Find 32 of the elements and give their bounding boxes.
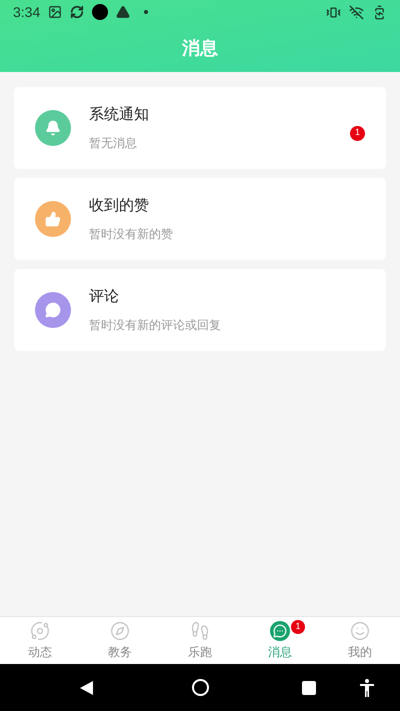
message-card[interactable]: 系统通知 暂无消息 1: [14, 87, 386, 169]
message-card[interactable]: 评论 暂时没有新的评论或回复: [14, 269, 386, 351]
battery-icon: [372, 4, 387, 20]
card-subtitle: 暂时没有新的赞: [89, 226, 174, 244]
sync-icon: [70, 5, 84, 19]
warning-icon: [116, 5, 130, 19]
unread-badge: 1: [350, 126, 365, 140]
tab-item[interactable]: 乐跑: [160, 617, 240, 664]
card-title: 收到的赞: [89, 196, 150, 216]
back-button[interactable]: [80, 680, 93, 694]
chat-icon: [270, 620, 290, 640]
wifi-off-icon: [349, 4, 364, 20]
card-subtitle: 暂无消息: [89, 135, 138, 152]
card-title: 系统通知: [89, 104, 150, 125]
card-subtitle: 暂时没有新的评论或回复: [89, 317, 222, 334]
smile-icon: [350, 620, 370, 640]
unread-badge: 1: [291, 620, 305, 634]
planet-icon: [30, 620, 50, 640]
card-title: 评论: [89, 286, 120, 307]
tab-item[interactable]: 教务: [80, 617, 160, 664]
tab-item[interactable]: 我的: [320, 617, 400, 664]
vibrate-icon: [326, 4, 341, 20]
message-card[interactable]: 收到的赞 暂时没有新的赞: [14, 178, 386, 260]
image-icon: [48, 5, 62, 19]
home-button[interactable]: [192, 679, 209, 696]
page-title: 消息: [182, 36, 218, 60]
tab-item[interactable]: 消息 1: [240, 617, 320, 664]
accessibility-icon[interactable]: [360, 678, 374, 696]
compass-icon: [110, 620, 130, 640]
tab-item[interactable]: 动态: [0, 617, 80, 664]
recents-button[interactable]: [302, 680, 316, 694]
status-time: 3:34: [13, 2, 40, 22]
